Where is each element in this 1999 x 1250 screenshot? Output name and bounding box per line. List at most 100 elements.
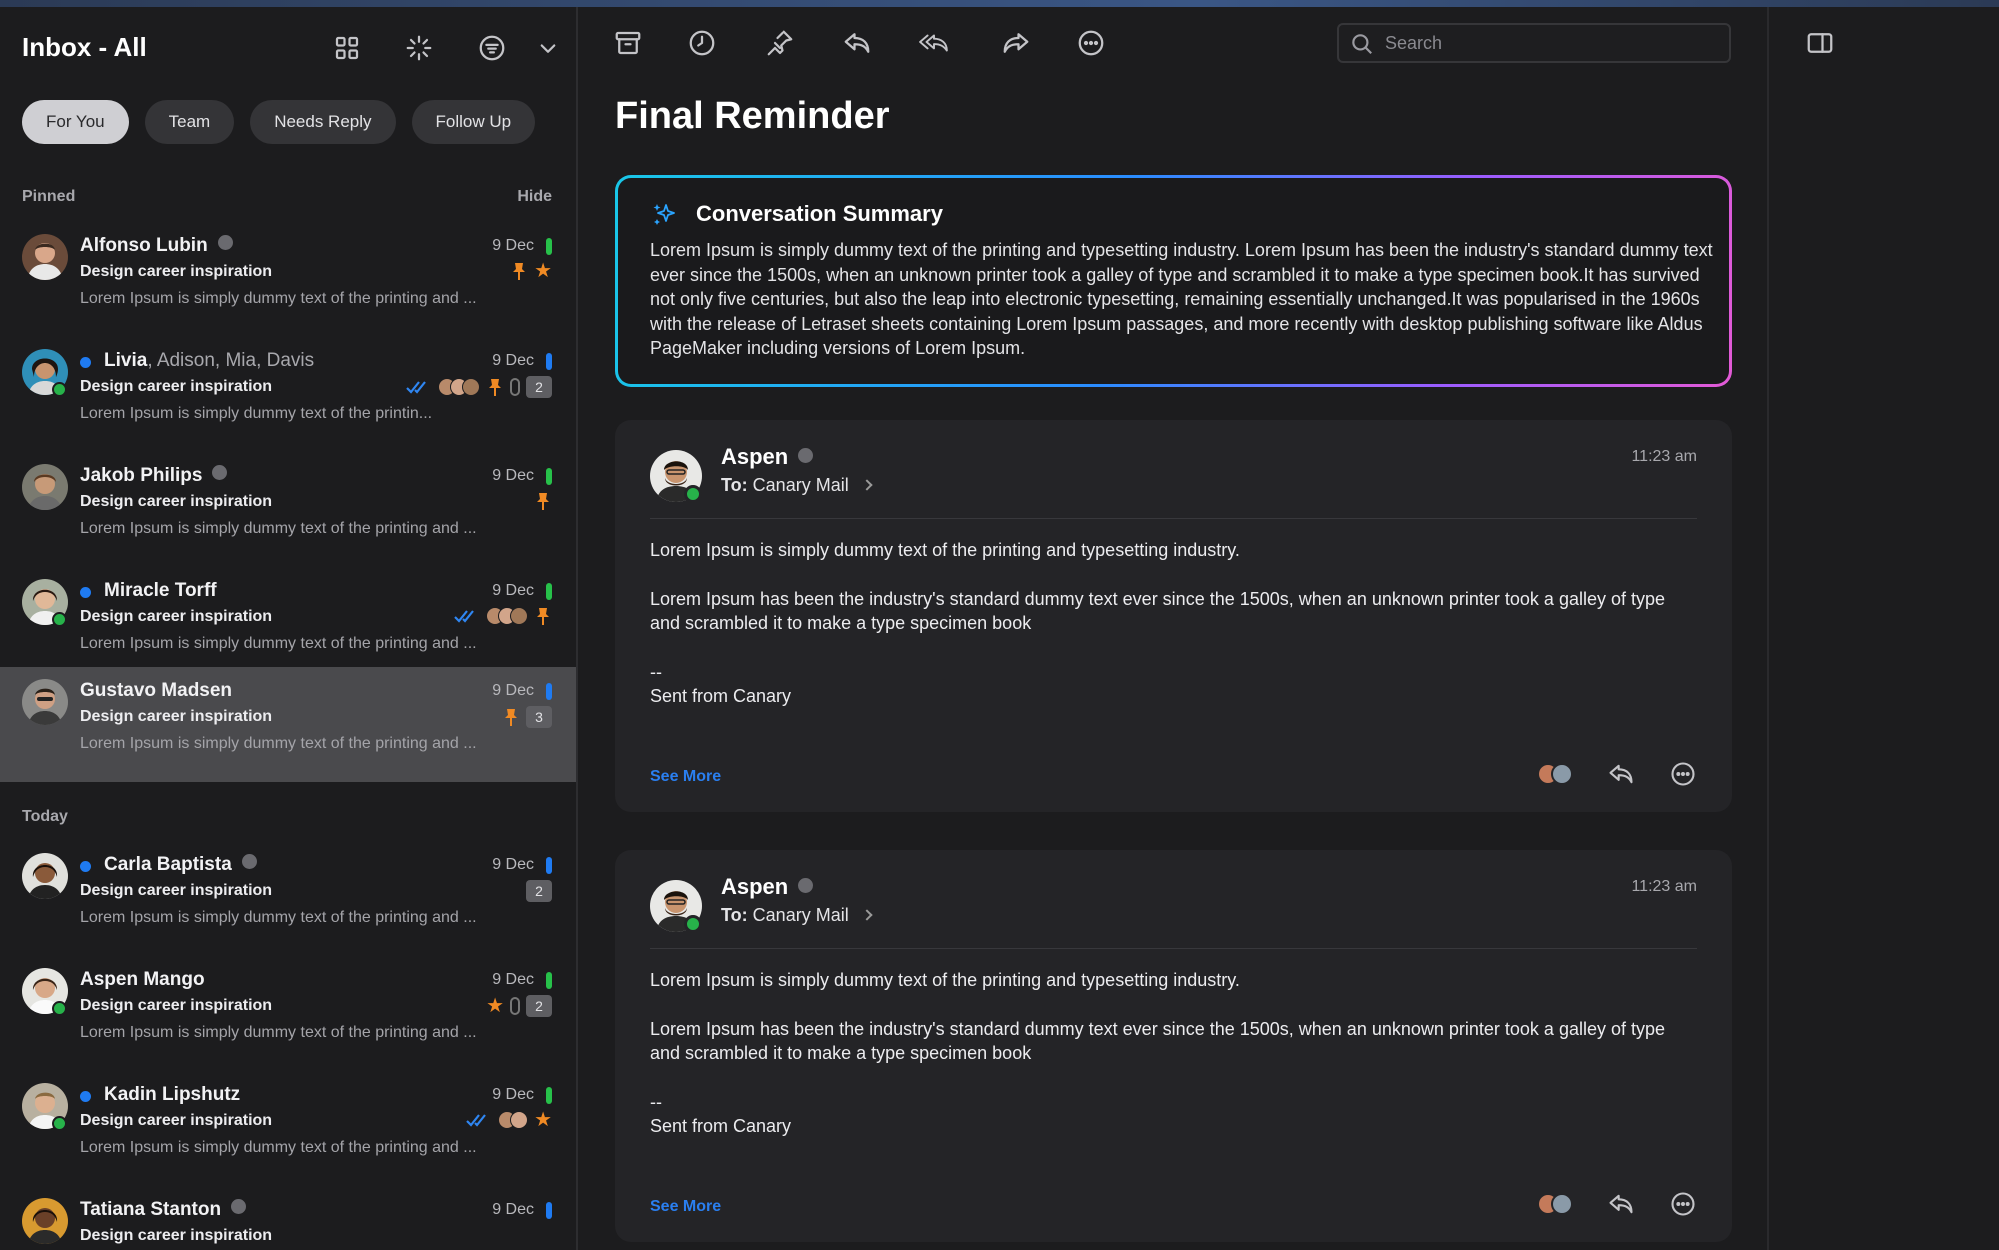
mail-item[interactable]: Carla Baptista 9 Dec Design career inspi… — [0, 841, 576, 956]
search-icon — [1349, 31, 1375, 57]
mail-preview: Lorem Ipsum is simply dummy text of the … — [80, 1024, 477, 1041]
mail-sender: Livia, Adison, Mia, Davis — [104, 350, 315, 371]
thread-count-badge: 2 — [526, 880, 552, 902]
mail-item[interactable]: Jakob Philips 9 Dec Design career inspir… — [0, 452, 576, 567]
search-box[interactable] — [1337, 23, 1731, 63]
mail-sender: Aspen Mango — [80, 969, 205, 990]
archive-icon[interactable] — [612, 27, 644, 59]
message-paragraph: Lorem Ipsum is simply dummy text of the … — [650, 970, 1240, 990]
mail-item[interactable]: Miracle Torff 9 Dec Design career inspir… — [0, 567, 576, 682]
mail-meta — [534, 491, 552, 511]
category-bar — [546, 1087, 552, 1104]
mail-item[interactable]: Livia, Adison, Mia, Davis 9 Dec Design c… — [0, 337, 576, 452]
message-body: Lorem Ipsum is simply dummy text of the … — [650, 538, 1700, 709]
mail-meta: 3 — [502, 706, 552, 728]
message-body: Lorem Ipsum is simply dummy text of the … — [650, 968, 1700, 1139]
verified-icon — [231, 1199, 247, 1214]
mail-item[interactable]: Tatiana Stanton 9 Dec Design career insp… — [0, 1186, 576, 1250]
divider — [650, 948, 1697, 949]
mail-preview: Lorem Ipsum is simply dummy text of the … — [80, 405, 433, 422]
mail-item[interactable]: Alfonso Lubin 9 Dec Design career inspir… — [0, 222, 576, 337]
mail-preview: Lorem Ipsum is simply dummy text of the … — [80, 909, 477, 926]
participant-avatars — [486, 607, 528, 625]
online-status-icon — [52, 1116, 67, 1131]
snooze-clock-icon[interactable] — [686, 27, 718, 59]
mail-date: 9 Dec — [492, 682, 534, 699]
read-receipt-icon — [406, 379, 432, 395]
message-time: 11:23 am — [1631, 448, 1697, 465]
toggle-sidebar-icon[interactable] — [1804, 27, 1836, 59]
window-top-strip — [0, 0, 1999, 7]
right-sidebar — [1767, 7, 1999, 1250]
mail-sender: Jakob Philips — [80, 465, 228, 487]
chip-follow-up[interactable]: Follow Up — [411, 100, 536, 144]
filter-chips: For You Team Needs Reply Follow Up — [22, 100, 536, 144]
participant-avatars — [498, 1111, 529, 1129]
mail-date: 9 Dec — [492, 467, 534, 484]
thread-count-badge: 2 — [526, 995, 552, 1017]
verified-icon — [798, 878, 814, 893]
mail-preview: Lorem Ipsum is simply dummy text of the … — [80, 520, 477, 537]
pinned-section-label: Pinned — [22, 188, 76, 205]
reply-icon[interactable] — [1607, 1190, 1635, 1218]
mail-subject: Design career inspiration — [80, 493, 273, 510]
hide-pinned-button[interactable]: Hide — [517, 188, 552, 206]
message-card: Aspen To: Canary Mail 11:23 am Lorem Ips… — [615, 850, 1732, 1242]
message-recipient[interactable]: To: Canary Mail — [721, 905, 873, 926]
forward-icon[interactable] — [1000, 27, 1032, 59]
reply-all-icon[interactable] — [918, 27, 950, 59]
reply-icon[interactable] — [1607, 760, 1635, 788]
more-icon[interactable] — [1075, 27, 1107, 59]
see-more-link[interactable]: See More — [650, 1198, 721, 1216]
signature: Sent from Canary — [650, 686, 792, 706]
unread-dot-icon — [80, 357, 91, 368]
pin-icon[interactable] — [764, 27, 796, 59]
summary-title: Conversation Summary — [696, 201, 943, 226]
attachment-icon — [510, 378, 520, 396]
online-status-icon — [52, 1001, 67, 1016]
mail-item[interactable]: Aspen Mango 9 Dec Design career inspirat… — [0, 956, 576, 1071]
mail-item[interactable]: Kadin Lipshutz 9 Dec Design career inspi… — [0, 1071, 576, 1186]
attachment-icon — [510, 997, 520, 1015]
read-receipt-icon — [466, 1112, 492, 1128]
mail-meta: 2 — [406, 376, 552, 398]
mail-date: 9 Dec — [492, 582, 534, 599]
reply-icon[interactable] — [841, 27, 873, 59]
mail-meta: 2 — [526, 880, 552, 902]
category-bar — [546, 972, 552, 989]
participant-avatars — [1537, 1193, 1573, 1215]
message-card: Aspen To: Canary Mail 11:23 am Lorem Ips… — [615, 420, 1732, 812]
verified-icon — [217, 235, 233, 250]
filter-icon[interactable] — [476, 32, 508, 64]
chip-needs-reply[interactable]: Needs Reply — [250, 100, 396, 144]
pin-icon — [502, 707, 520, 727]
more-icon[interactable] — [1669, 760, 1697, 788]
message-recipient[interactable]: To: Canary Mail — [721, 475, 873, 496]
mail-subject: Design career inspiration — [80, 708, 273, 725]
category-bar — [546, 683, 552, 700]
thread-count-badge: 2 — [526, 376, 552, 398]
search-input[interactable] — [1385, 25, 1715, 61]
grid-view-icon[interactable] — [331, 32, 363, 64]
pin-icon — [510, 261, 528, 281]
chip-for-you[interactable]: For You — [22, 100, 129, 144]
category-bar — [546, 1202, 552, 1219]
see-more-link[interactable]: See More — [650, 768, 721, 786]
mail-meta: ★ — [466, 1110, 552, 1130]
mail-subject: Design career inspiration — [80, 378, 273, 395]
mail-item-selected[interactable]: Gustavo Madsen 9 Dec Design career inspi… — [0, 667, 576, 782]
avatar — [22, 1198, 68, 1244]
chevron-down-icon[interactable] — [532, 32, 564, 64]
ai-sparkle-icon[interactable] — [403, 32, 435, 64]
mail-list-panel: Inbox - All For You Team Needs Reply Fol… — [0, 7, 578, 1250]
unread-dot-icon — [80, 1091, 91, 1102]
mail-sender: Tatiana Stanton — [80, 1199, 247, 1221]
chevron-right-icon — [861, 909, 873, 921]
chip-team[interactable]: Team — [144, 100, 235, 144]
mail-subject: Design career inspiration — [80, 608, 273, 625]
signature: Sent from Canary — [650, 1116, 792, 1136]
verified-icon — [798, 448, 814, 463]
avatar — [22, 234, 68, 280]
participant-avatars — [438, 378, 480, 396]
more-icon[interactable] — [1669, 1190, 1697, 1218]
